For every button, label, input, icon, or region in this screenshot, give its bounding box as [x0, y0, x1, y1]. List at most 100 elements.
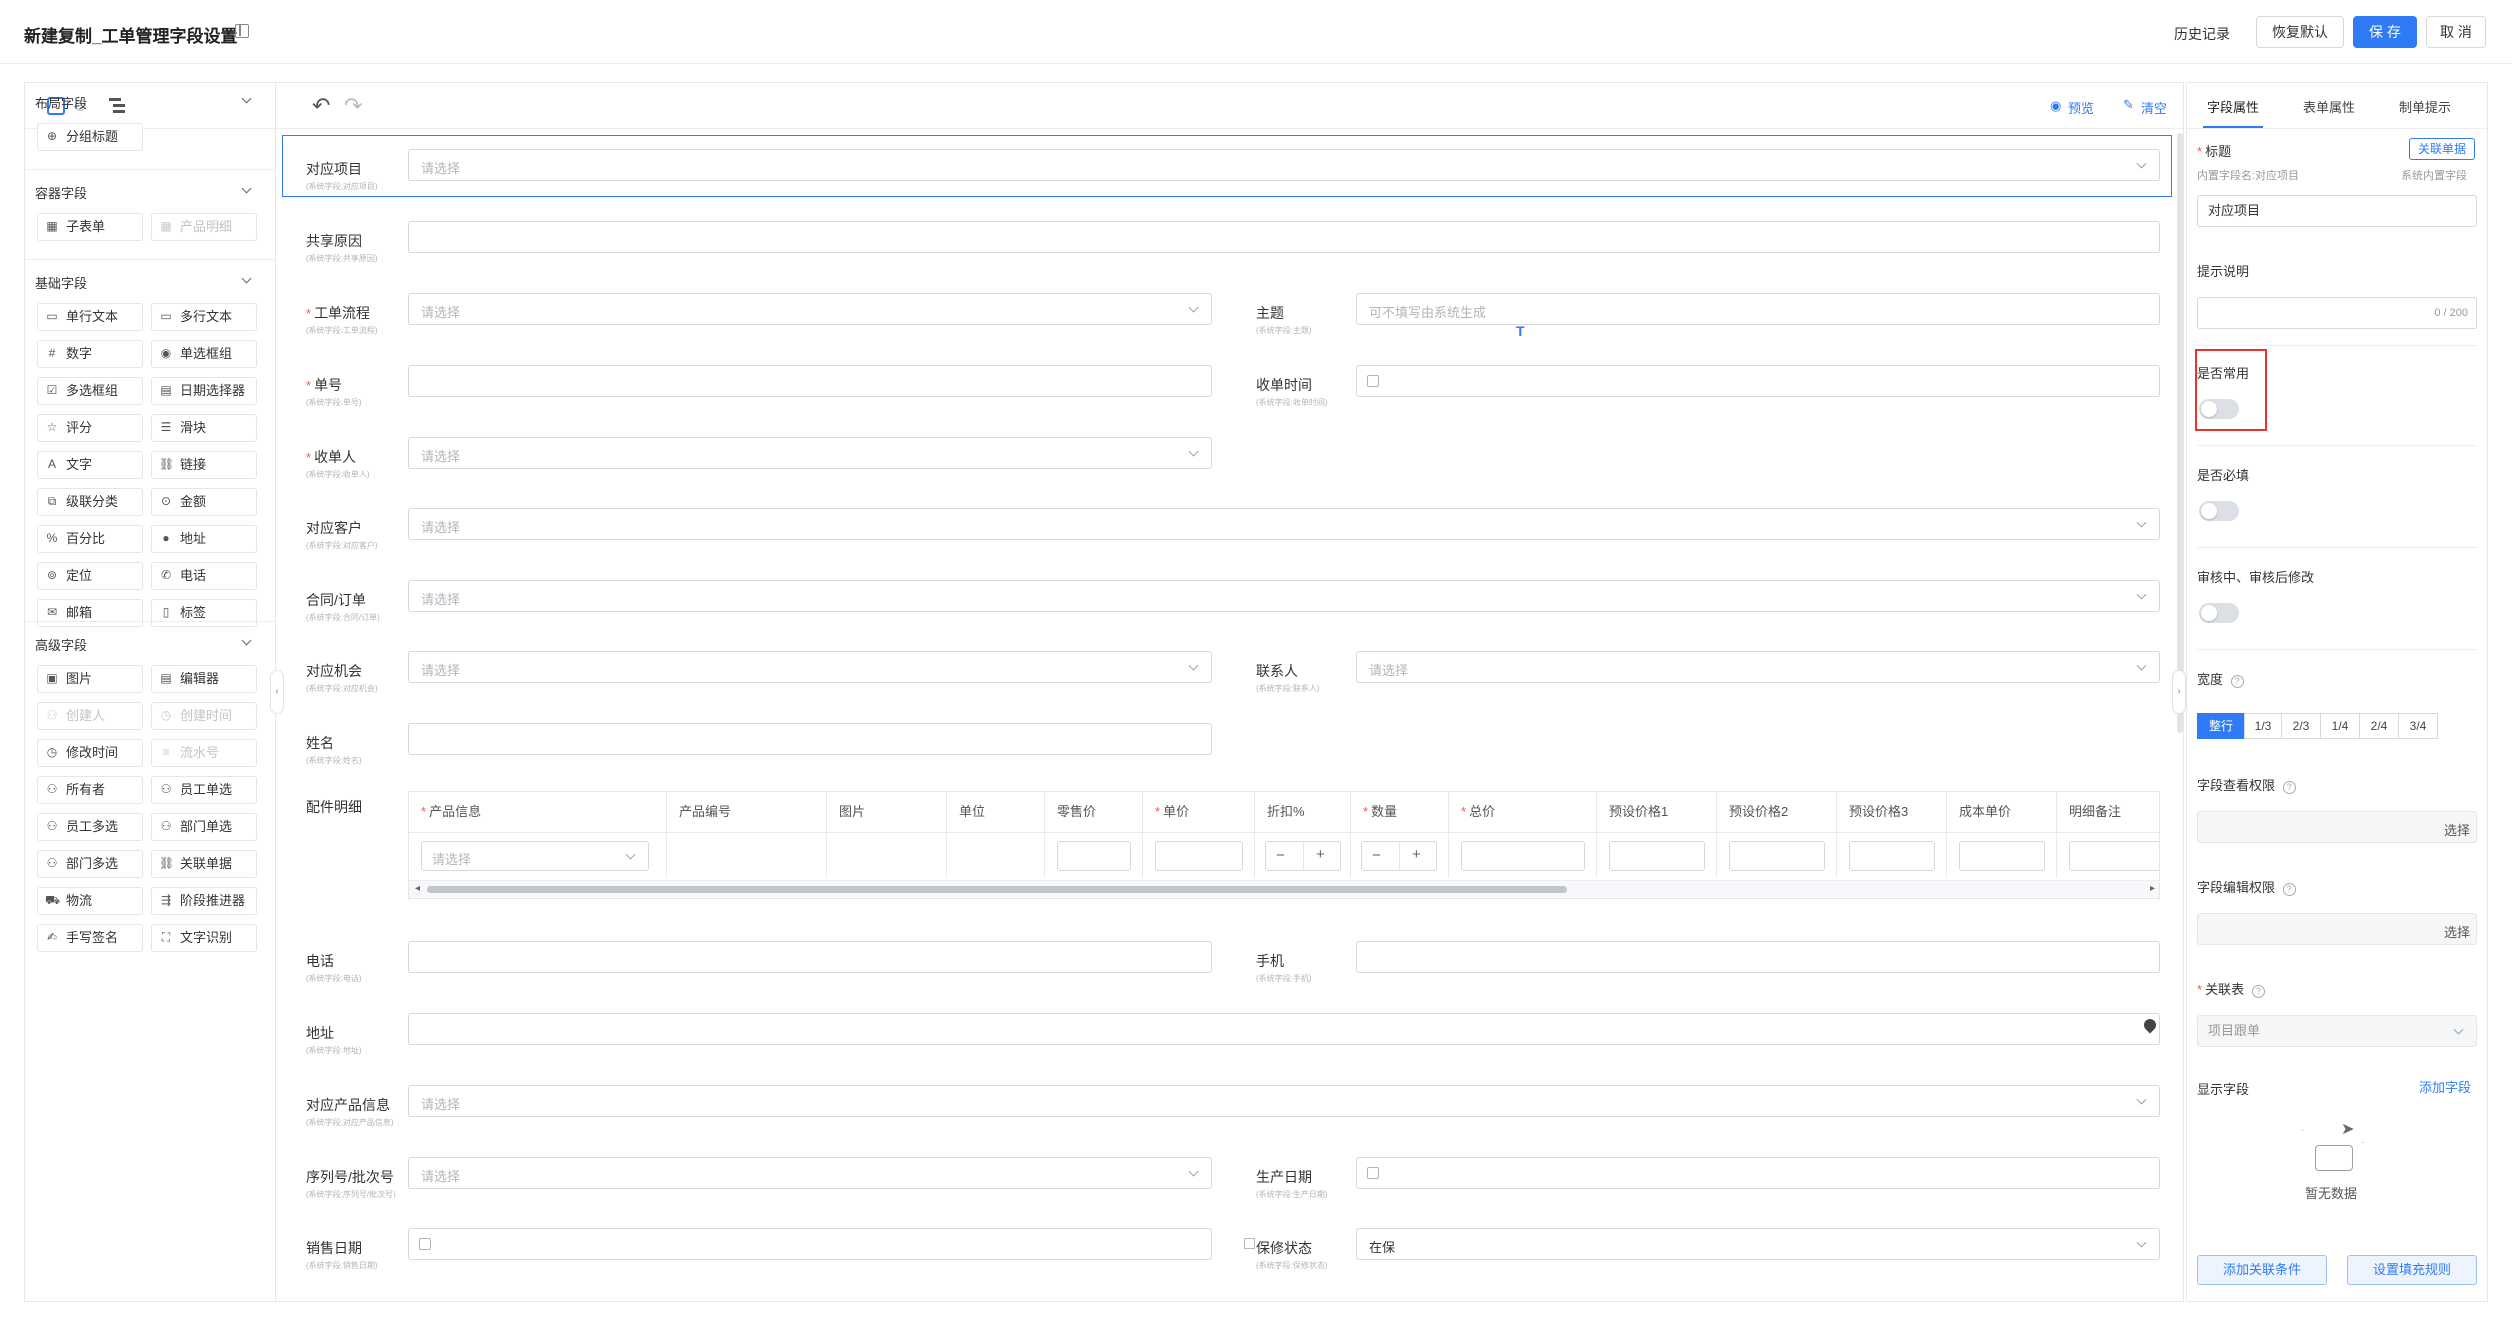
chevron-down-icon[interactable] — [241, 183, 252, 194]
quantity-stepper[interactable]: − + — [1265, 841, 1341, 871]
select-customer[interactable]: 请选择 — [408, 508, 2160, 540]
field-item[interactable]: ⊕ 分组标题 — [37, 123, 143, 151]
input-number[interactable] — [408, 365, 1212, 397]
width-option[interactable]: 2/3 — [2281, 713, 2321, 739]
input-share_reason[interactable] — [408, 221, 2160, 253]
history-button[interactable]: 历史记录 — [2174, 24, 2230, 44]
common-toggle[interactable] — [2199, 399, 2239, 419]
width-option[interactable]: 2/4 — [2359, 713, 2399, 739]
scroll-right-icon[interactable]: ▸ — [2150, 883, 2155, 894]
collapse-left-handle[interactable]: ‹ — [270, 670, 284, 714]
field-item[interactable]: ☑ 多选框组 — [37, 377, 143, 405]
chevron-down-icon[interactable] — [241, 273, 252, 284]
review-edit-toggle[interactable] — [2199, 603, 2239, 623]
table-horizontal-scrollbar[interactable]: ◂ ▸ — [409, 880, 2159, 898]
field-item[interactable]: ☆ 评分 — [37, 414, 143, 442]
field-item[interactable]: % 百分比 — [37, 525, 143, 553]
field-item[interactable]: # 数字 — [37, 340, 143, 368]
field-item[interactable]: ▯ 标签 — [151, 599, 257, 627]
table-input[interactable] — [1729, 841, 1825, 871]
select-product_info[interactable]: 请选择 — [408, 1085, 2160, 1117]
select-contract[interactable]: 请选择 — [408, 580, 2160, 612]
select-workflow[interactable]: 请选择 — [408, 293, 1212, 325]
hint-textarea[interactable]: 0 / 200 — [2197, 297, 2477, 329]
preview-button[interactable]: 预览 — [2068, 98, 2094, 117]
field-item[interactable]: ⧉ 级联分类 — [37, 488, 143, 516]
link-doc-button[interactable]: 关联单据 — [2409, 138, 2475, 160]
field-item[interactable]: ⊚ 定位 — [37, 562, 143, 590]
select-receiver[interactable]: 请选择 — [408, 437, 1212, 469]
select-warranty[interactable]: 在保 — [1356, 1228, 2160, 1260]
clear-button[interactable]: 清空 — [2141, 98, 2167, 117]
width-option[interactable]: 1/3 — [2244, 713, 2282, 739]
tree-icon[interactable] — [109, 97, 127, 115]
restore-default-button[interactable]: 恢复默认 — [2256, 16, 2344, 48]
section-title[interactable]: 容器字段 — [35, 183, 87, 202]
field-item[interactable]: ⇶ 阶段推进器 — [151, 887, 257, 915]
canvas-scrollbar[interactable] — [2177, 133, 2183, 733]
minus-button[interactable]: − — [1372, 847, 1381, 864]
preview-icon[interactable]: ◉ — [2050, 98, 2061, 114]
table-input[interactable] — [1849, 841, 1935, 871]
field-item[interactable]: ▭ 多行文本 — [151, 303, 257, 331]
select-contact[interactable]: 请选择 — [1356, 651, 2160, 683]
field-item[interactable]: ☰ 滑块 — [151, 414, 257, 442]
view-perm-input[interactable]: 选择 — [2197, 811, 2477, 843]
field-item[interactable]: ⚇ 部门单选 — [151, 813, 257, 841]
field-item[interactable]: ✉ 邮箱 — [37, 599, 143, 627]
quantity-stepper[interactable]: − + — [1361, 841, 1437, 871]
field-item[interactable]: ▭ 单行文本 — [37, 303, 143, 331]
field-item[interactable]: ⛓ 链接 — [151, 451, 257, 479]
title-input[interactable]: 对应项目 — [2197, 195, 2477, 227]
input-subject[interactable]: 可不填写由系统生成 — [1356, 293, 2160, 325]
field-item[interactable]: A 文字 — [37, 451, 143, 479]
table-input[interactable] — [1057, 841, 1131, 871]
input-mobile[interactable] — [1356, 941, 2160, 973]
field-item[interactable]: ⚇ 所有者 — [37, 776, 143, 804]
chevron-down-icon[interactable] — [241, 635, 252, 646]
add-condition-button[interactable]: 添加关联条件 — [2197, 1255, 2327, 1285]
table-input[interactable] — [2069, 841, 2159, 871]
field-item[interactable]: ⛟ 物流 — [37, 887, 143, 915]
date-receive_time[interactable] — [1356, 365, 2160, 397]
field-item[interactable]: ✍ 手写签名 — [37, 924, 143, 952]
field-item[interactable]: ▤ 编辑器 — [151, 665, 257, 693]
minus-button[interactable]: − — [1276, 847, 1285, 864]
section-title[interactable]: 布局字段 — [35, 93, 87, 112]
field-item[interactable]: ▦ 子表单 — [37, 213, 143, 241]
table-input[interactable] — [1461, 841, 1585, 871]
tab-form-props[interactable]: 表单属性 — [2303, 97, 2355, 116]
field-item[interactable]: ⛓ 关联单据 — [151, 850, 257, 878]
required-toggle[interactable] — [2199, 501, 2239, 521]
input-address[interactable] — [408, 1013, 2160, 1045]
clear-icon[interactable]: ✎ — [2123, 97, 2134, 113]
field-item[interactable]: ⚇ 员工多选 — [37, 813, 143, 841]
tab-field-props[interactable]: 字段属性 — [2207, 97, 2259, 116]
undo-icon[interactable]: ↶ — [312, 95, 330, 117]
fill-rule-button[interactable]: 设置填充规则 — [2347, 1255, 2477, 1285]
field-item[interactable]: ▤ 日期选择器 — [151, 377, 257, 405]
plus-button[interactable]: + — [1412, 846, 1421, 863]
plus-button[interactable]: + — [1316, 846, 1325, 863]
save-button[interactable]: 保 存 — [2353, 16, 2417, 48]
add-field-link[interactable]: 添加字段 — [2419, 1077, 2471, 1096]
table-input[interactable] — [1155, 841, 1243, 871]
layout-toggle-icon[interactable] — [235, 24, 249, 38]
edit-perm-select-button[interactable]: 选择 — [2444, 922, 2470, 941]
section-title[interactable]: 基础字段 — [35, 273, 87, 292]
field-item[interactable]: ◷ 修改时间 — [37, 739, 143, 767]
field-item[interactable]: ✆ 电话 — [151, 562, 257, 590]
width-option[interactable]: 整行 — [2197, 713, 2245, 739]
select-opportunity[interactable]: 请选择 — [408, 651, 1212, 683]
field-item[interactable]: ◉ 单选框组 — [151, 340, 257, 368]
relation-table-select[interactable]: 项目跟单 — [2197, 1015, 2477, 1047]
field-item[interactable]: ● 地址 — [151, 525, 257, 553]
input-name[interactable] — [408, 723, 1212, 755]
redo-icon[interactable]: ↷ — [344, 95, 362, 117]
scroll-thumb[interactable] — [427, 886, 1567, 893]
field-item[interactable]: ⊙ 金额 — [151, 488, 257, 516]
date-sale_date[interactable] — [408, 1228, 1212, 1260]
edit-perm-input[interactable]: 选择 — [2197, 913, 2477, 945]
tab-doc-hint[interactable]: 制单提示 — [2399, 97, 2451, 116]
table-input[interactable] — [1959, 841, 2045, 871]
